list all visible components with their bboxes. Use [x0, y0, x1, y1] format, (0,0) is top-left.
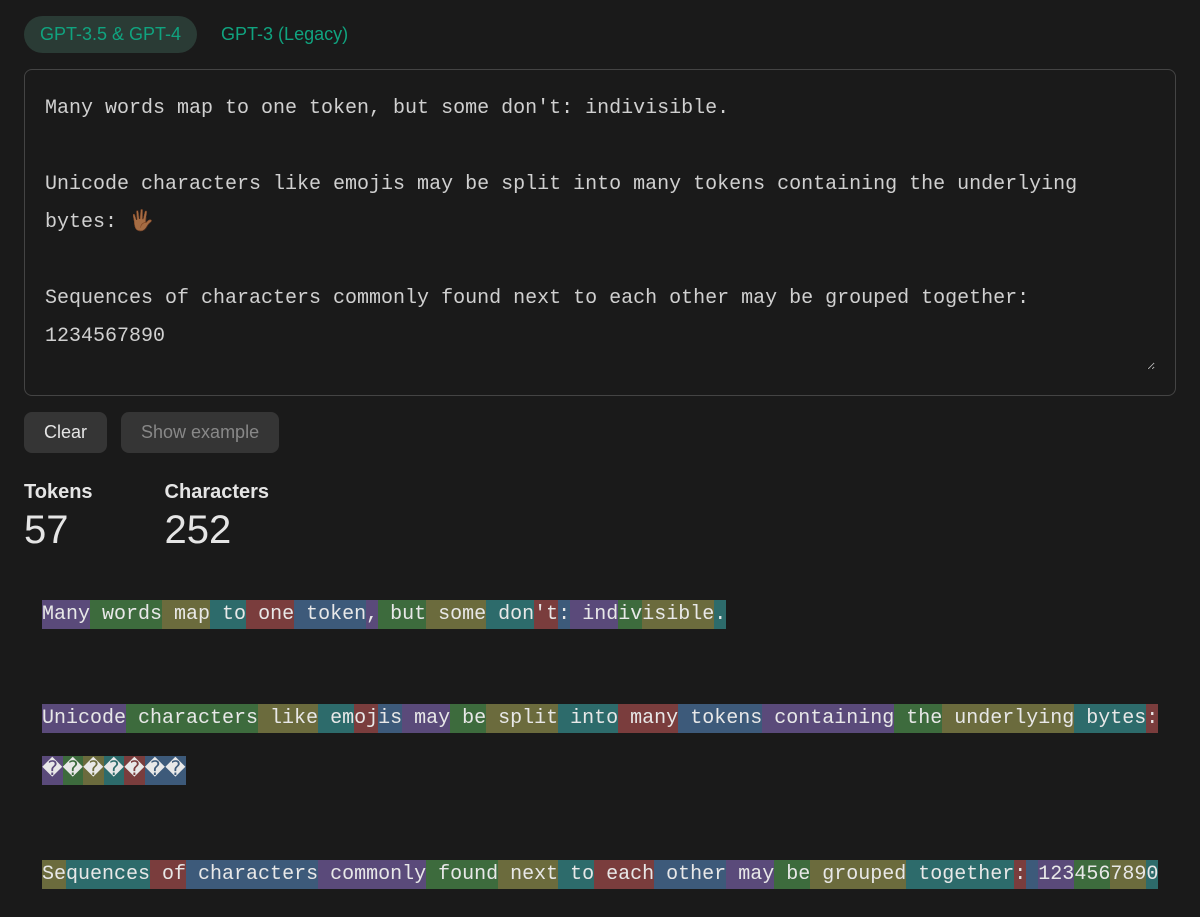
characters-label: Characters — [165, 481, 270, 504]
token: of — [150, 860, 186, 889]
tokens-value: 57 — [24, 508, 93, 553]
token: iv — [618, 600, 642, 629]
tab-gpt35-gpt4[interactable]: GPT-3.5 & GPT-4 — [24, 16, 197, 53]
token: grouped — [810, 860, 906, 889]
tokens-label: Tokens — [24, 481, 93, 504]
token: quences — [66, 860, 150, 889]
token: � — [83, 756, 104, 785]
token: ind — [570, 600, 618, 629]
token: 123 — [1038, 860, 1074, 889]
token-visualization: Many words map to one token, but some do… — [24, 589, 1176, 901]
token: found — [426, 860, 498, 889]
token: : — [1014, 860, 1026, 889]
token: 789 — [1110, 860, 1146, 889]
token: some — [426, 600, 486, 629]
token: underlying — [942, 704, 1074, 733]
characters-stat: Characters 252 — [165, 481, 270, 553]
token: one — [246, 600, 294, 629]
token: bytes — [1074, 704, 1146, 733]
token: words — [90, 600, 162, 629]
token: each — [594, 860, 654, 889]
tokenizer-input[interactable] — [45, 90, 1155, 370]
token: � — [42, 756, 63, 785]
token: , — [366, 600, 378, 629]
token: � — [104, 756, 125, 785]
token: other — [654, 860, 726, 889]
token: �� — [145, 756, 186, 785]
show-example-button[interactable]: Show example — [121, 412, 279, 453]
token: 0 — [1146, 860, 1158, 889]
token: : — [1146, 704, 1158, 733]
token: em — [318, 704, 354, 733]
token: to — [558, 860, 594, 889]
token: 456 — [1074, 860, 1110, 889]
token: be — [450, 704, 486, 733]
token: commonly — [318, 860, 426, 889]
token: containing — [762, 704, 894, 733]
token: but — [378, 600, 426, 629]
token: is — [378, 704, 402, 733]
token: . — [714, 600, 726, 629]
token: 't — [534, 600, 558, 629]
button-row: Clear Show example — [24, 412, 1176, 453]
token: oj — [354, 704, 378, 733]
token: Unicode — [42, 704, 126, 733]
token: like — [258, 704, 318, 733]
token: together — [906, 860, 1014, 889]
token: Many — [42, 600, 90, 629]
token: many — [618, 704, 678, 733]
token: next — [498, 860, 558, 889]
token: to — [210, 600, 246, 629]
token: map — [162, 600, 210, 629]
stats-row: Tokens 57 Characters 252 — [24, 481, 1176, 553]
token: the — [894, 704, 942, 733]
token: � — [124, 756, 145, 785]
token: be — [774, 860, 810, 889]
token: into — [558, 704, 618, 733]
token: may — [726, 860, 774, 889]
characters-value: 252 — [165, 508, 270, 553]
token: token — [294, 600, 366, 629]
token: characters — [126, 704, 258, 733]
token: characters — [186, 860, 318, 889]
token: split — [486, 704, 558, 733]
token: may — [402, 704, 450, 733]
input-container — [24, 69, 1176, 396]
tab-gpt3-legacy[interactable]: GPT-3 (Legacy) — [205, 16, 364, 53]
model-tabs: GPT-3.5 & GPT-4 GPT-3 (Legacy) — [24, 16, 1176, 53]
token: Se — [42, 860, 66, 889]
token — [1026, 860, 1038, 889]
token: tokens — [678, 704, 762, 733]
tokens-stat: Tokens 57 — [24, 481, 93, 553]
token: isible — [642, 600, 714, 629]
token: : — [558, 600, 570, 629]
token: � — [63, 756, 84, 785]
token: don — [486, 600, 534, 629]
clear-button[interactable]: Clear — [24, 412, 107, 453]
